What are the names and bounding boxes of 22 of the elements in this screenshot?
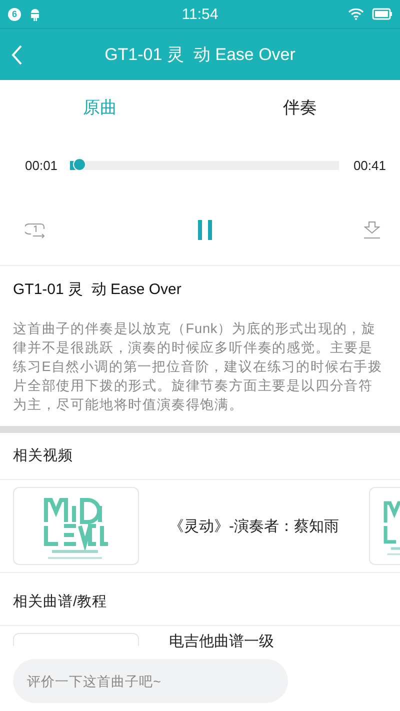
- elapsed-time: 00:01: [25, 158, 58, 172]
- item-title[interactable]: 电吉他曲谱一级: [169, 633, 274, 650]
- pause-icon[interactable]: [196, 220, 212, 240]
- section-heading: 相关曲谱/教程: [0, 579, 400, 626]
- android-icon: [29, 7, 41, 21]
- thumbnail-card[interactable]: [13, 487, 139, 565]
- section-heading: 相关视频: [0, 433, 400, 480]
- comment-field[interactable]: 评价一下这首曲子吧~: [13, 659, 288, 703]
- progress-thumb[interactable]: [73, 158, 86, 170]
- status-time: 11:54: [182, 6, 218, 22]
- wifi-icon: [348, 8, 364, 20]
- page-title: GT1-01 灵 动 Ease Over: [104, 44, 296, 66]
- download-icon[interactable]: [362, 221, 382, 239]
- battery-icon: [372, 8, 392, 20]
- song-description: 这首曲子的伴奏是以放克（Funk）为底的形式出现的，旋律并不是很跳跃，演奏的时候应多听伴奏的感觉。主要是练习E自然小调的第一把位音阶，建议在练习的时候右手拨片全部使用下拨的形式。旋律节奏方面主要是以四分音符为主，尽可能地将时值演奏得饱满。: [13, 320, 384, 414]
- song-title: GT1-01 灵 动 Ease Over: [13, 280, 182, 299]
- repeat-one-icon[interactable]: [25, 221, 47, 239]
- thumbnail-card[interactable]: [13, 633, 139, 646]
- notification-badge: 6: [8, 8, 21, 20]
- back-icon[interactable]: [10, 44, 24, 66]
- item-title[interactable]: 《灵动》-演奏者：蔡知雨: [169, 516, 339, 536]
- total-time: 00:41: [353, 158, 386, 172]
